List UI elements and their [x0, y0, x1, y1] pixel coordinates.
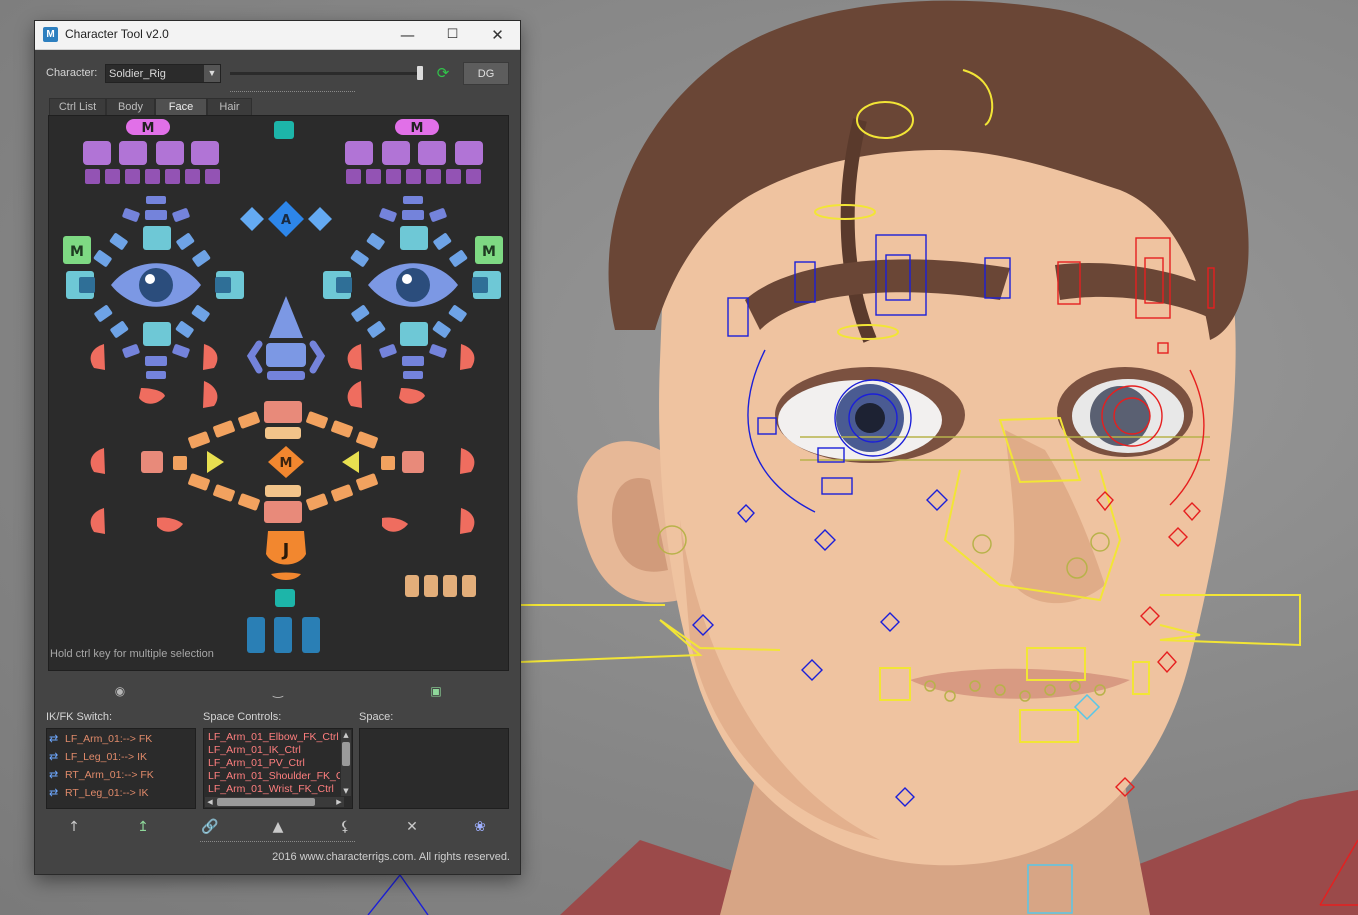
left-side-label: M [70, 244, 84, 260]
switch-icon: ⇄ [49, 769, 58, 781]
horizontal-scroll-thumb[interactable] [217, 798, 315, 806]
list-item[interactable]: LF_Arm_01_IK_Ctrl [208, 744, 340, 757]
mouth-center-label: M [280, 456, 293, 471]
switch-icon: ⇄ [49, 787, 58, 799]
forehead-ctrl[interactable] [274, 121, 294, 139]
chevron-down-icon: ▼ [204, 65, 220, 82]
left-brow-small-ctrls[interactable] [85, 169, 220, 184]
scroll-up-icon[interactable]: ▲ [341, 730, 351, 740]
reset-icon[interactable]: ✕ [403, 818, 421, 836]
character-label: Character: [46, 67, 98, 79]
scroll-down-icon[interactable]: ▼ [341, 786, 351, 796]
horizontal-scrollbar[interactable]: ◀ ▶ [205, 797, 344, 807]
stamp-icon[interactable]: ▲ [269, 818, 287, 836]
tab-hair[interactable]: Hair [207, 98, 252, 115]
tools-divider [200, 841, 355, 842]
key-icon[interactable]: ⚸ [336, 818, 354, 836]
character-slider-track[interactable] [230, 72, 420, 75]
left-mirror-button[interactable]: M [126, 119, 170, 136]
teeth-ctrls[interactable] [405, 575, 476, 597]
maya-app-icon: M [43, 27, 58, 42]
window-title: Character Tool v2.0 [65, 27, 169, 41]
list-item[interactable]: ⇄ RT_Leg_01:--> IK [49, 785, 149, 802]
copyright-text: 2016 www.characterrigs.com. All rights r… [272, 851, 510, 863]
left-brow-ctrls[interactable] [83, 141, 219, 165]
vertical-scroll-thumb[interactable] [342, 742, 350, 766]
right-mirror-button[interactable]: M [395, 119, 439, 136]
switch-icon: ⇄ [49, 733, 58, 745]
title-bar[interactable]: M Character Tool v2.0 — ☐ ✕ [35, 21, 520, 50]
chin-ctrl[interactable] [275, 589, 295, 607]
list-item[interactable]: ⇄ LF_Leg_01:--> IK [49, 749, 147, 766]
select-parent-icon[interactable]: ↑ [65, 818, 83, 836]
link-icon[interactable]: 🔗 [201, 818, 219, 836]
toolbar-divider [230, 91, 355, 92]
space-controls-list[interactable]: LF_Arm_01_Elbow_FK_Ctrl LF_Arm_01_IK_Ctr… [203, 728, 353, 809]
ikfk-list[interactable]: ⇄ LF_Arm_01:--> FK ⇄ LF_Leg_01:--> IK ⇄ RT_… [46, 728, 196, 809]
center-a-ctrl[interactable]: A [240, 201, 332, 237]
eye-icon[interactable]: ◉ [112, 684, 128, 698]
multi-select-hint: Hold ctrl key for multiple selection [50, 648, 214, 660]
maximize-button[interactable]: ☐ [430, 21, 475, 49]
right-mirror-label: M [411, 121, 424, 136]
list-item[interactable]: LF_Arm_01_Shoulder_FK_C [208, 770, 340, 783]
minimize-button[interactable]: — [385, 21, 430, 49]
tongue-ctrls[interactable] [247, 617, 320, 653]
space-label: Space: [359, 711, 394, 723]
switch-icon: ⇄ [49, 751, 58, 763]
list-item[interactable]: ⇄ RT_Arm_01:--> FK [49, 767, 154, 784]
jaw-label: J [281, 540, 290, 561]
tab-body[interactable]: Body [106, 98, 155, 115]
ikfk-label: IK/FK Switch: [46, 711, 113, 723]
jaw-ctrl[interactable]: J [266, 531, 306, 580]
tab-face[interactable]: Face [155, 98, 207, 115]
refresh-icon[interactable]: ⟳ [435, 64, 451, 82]
right-brow-ctrls[interactable] [345, 141, 483, 165]
list-item[interactable]: LF_Arm_01_Elbow_FK_Ctrl [208, 731, 340, 744]
center-a-label: A [281, 213, 291, 228]
nose-ctrls[interactable] [246, 296, 326, 380]
select-hierarchy-icon[interactable]: ↥ [134, 818, 152, 836]
face-picker-canvas[interactable]: M M A M M M J Hold ctrl key for multiple… [48, 115, 509, 671]
left-mirror-label: M [142, 121, 155, 136]
character-dropdown-value: Soldier_Rig [109, 68, 166, 80]
character-tool-window: M Character Tool v2.0 — ☐ ✕ Character: S… [35, 21, 520, 874]
tab-ctrl-list[interactable]: Ctrl List [49, 98, 106, 115]
mouth-ctrls[interactable]: M [173, 401, 395, 523]
right-side-mirror-button[interactable]: M [475, 236, 503, 264]
scroll-left-icon[interactable]: ◀ [205, 797, 215, 807]
character-dropdown[interactable]: Soldier_Rig ▼ [105, 64, 221, 83]
right-side-label: M [482, 244, 496, 260]
dg-button[interactable]: DG [463, 62, 509, 85]
space-list[interactable] [359, 728, 509, 809]
right-brow-small-ctrls[interactable] [346, 169, 481, 184]
eye-closed-icon[interactable]: ‿ [270, 684, 286, 698]
list-item[interactable]: LF_Arm_01_PV_Ctrl [208, 757, 340, 770]
space-controls-label: Space Controls: [203, 711, 282, 723]
list-item[interactable]: LF_Arm_01_Wrist_FK_Ctrl [208, 783, 340, 796]
mirror-pose-icon[interactable]: ❀ [471, 818, 489, 836]
close-button[interactable]: ✕ [475, 21, 520, 49]
face-picker-controls: M M A M M M J [63, 119, 503, 653]
list-item[interactable]: ⇄ LF_Arm_01:--> FK [49, 731, 152, 748]
selection-visibility-icon[interactable]: ▣ [428, 684, 444, 698]
character-slider-handle[interactable] [417, 66, 423, 80]
left-side-mirror-button[interactable]: M [63, 236, 91, 264]
vertical-scrollbar[interactable]: ▲ ▼ [341, 730, 351, 796]
scroll-right-icon[interactable]: ▶ [334, 797, 344, 807]
